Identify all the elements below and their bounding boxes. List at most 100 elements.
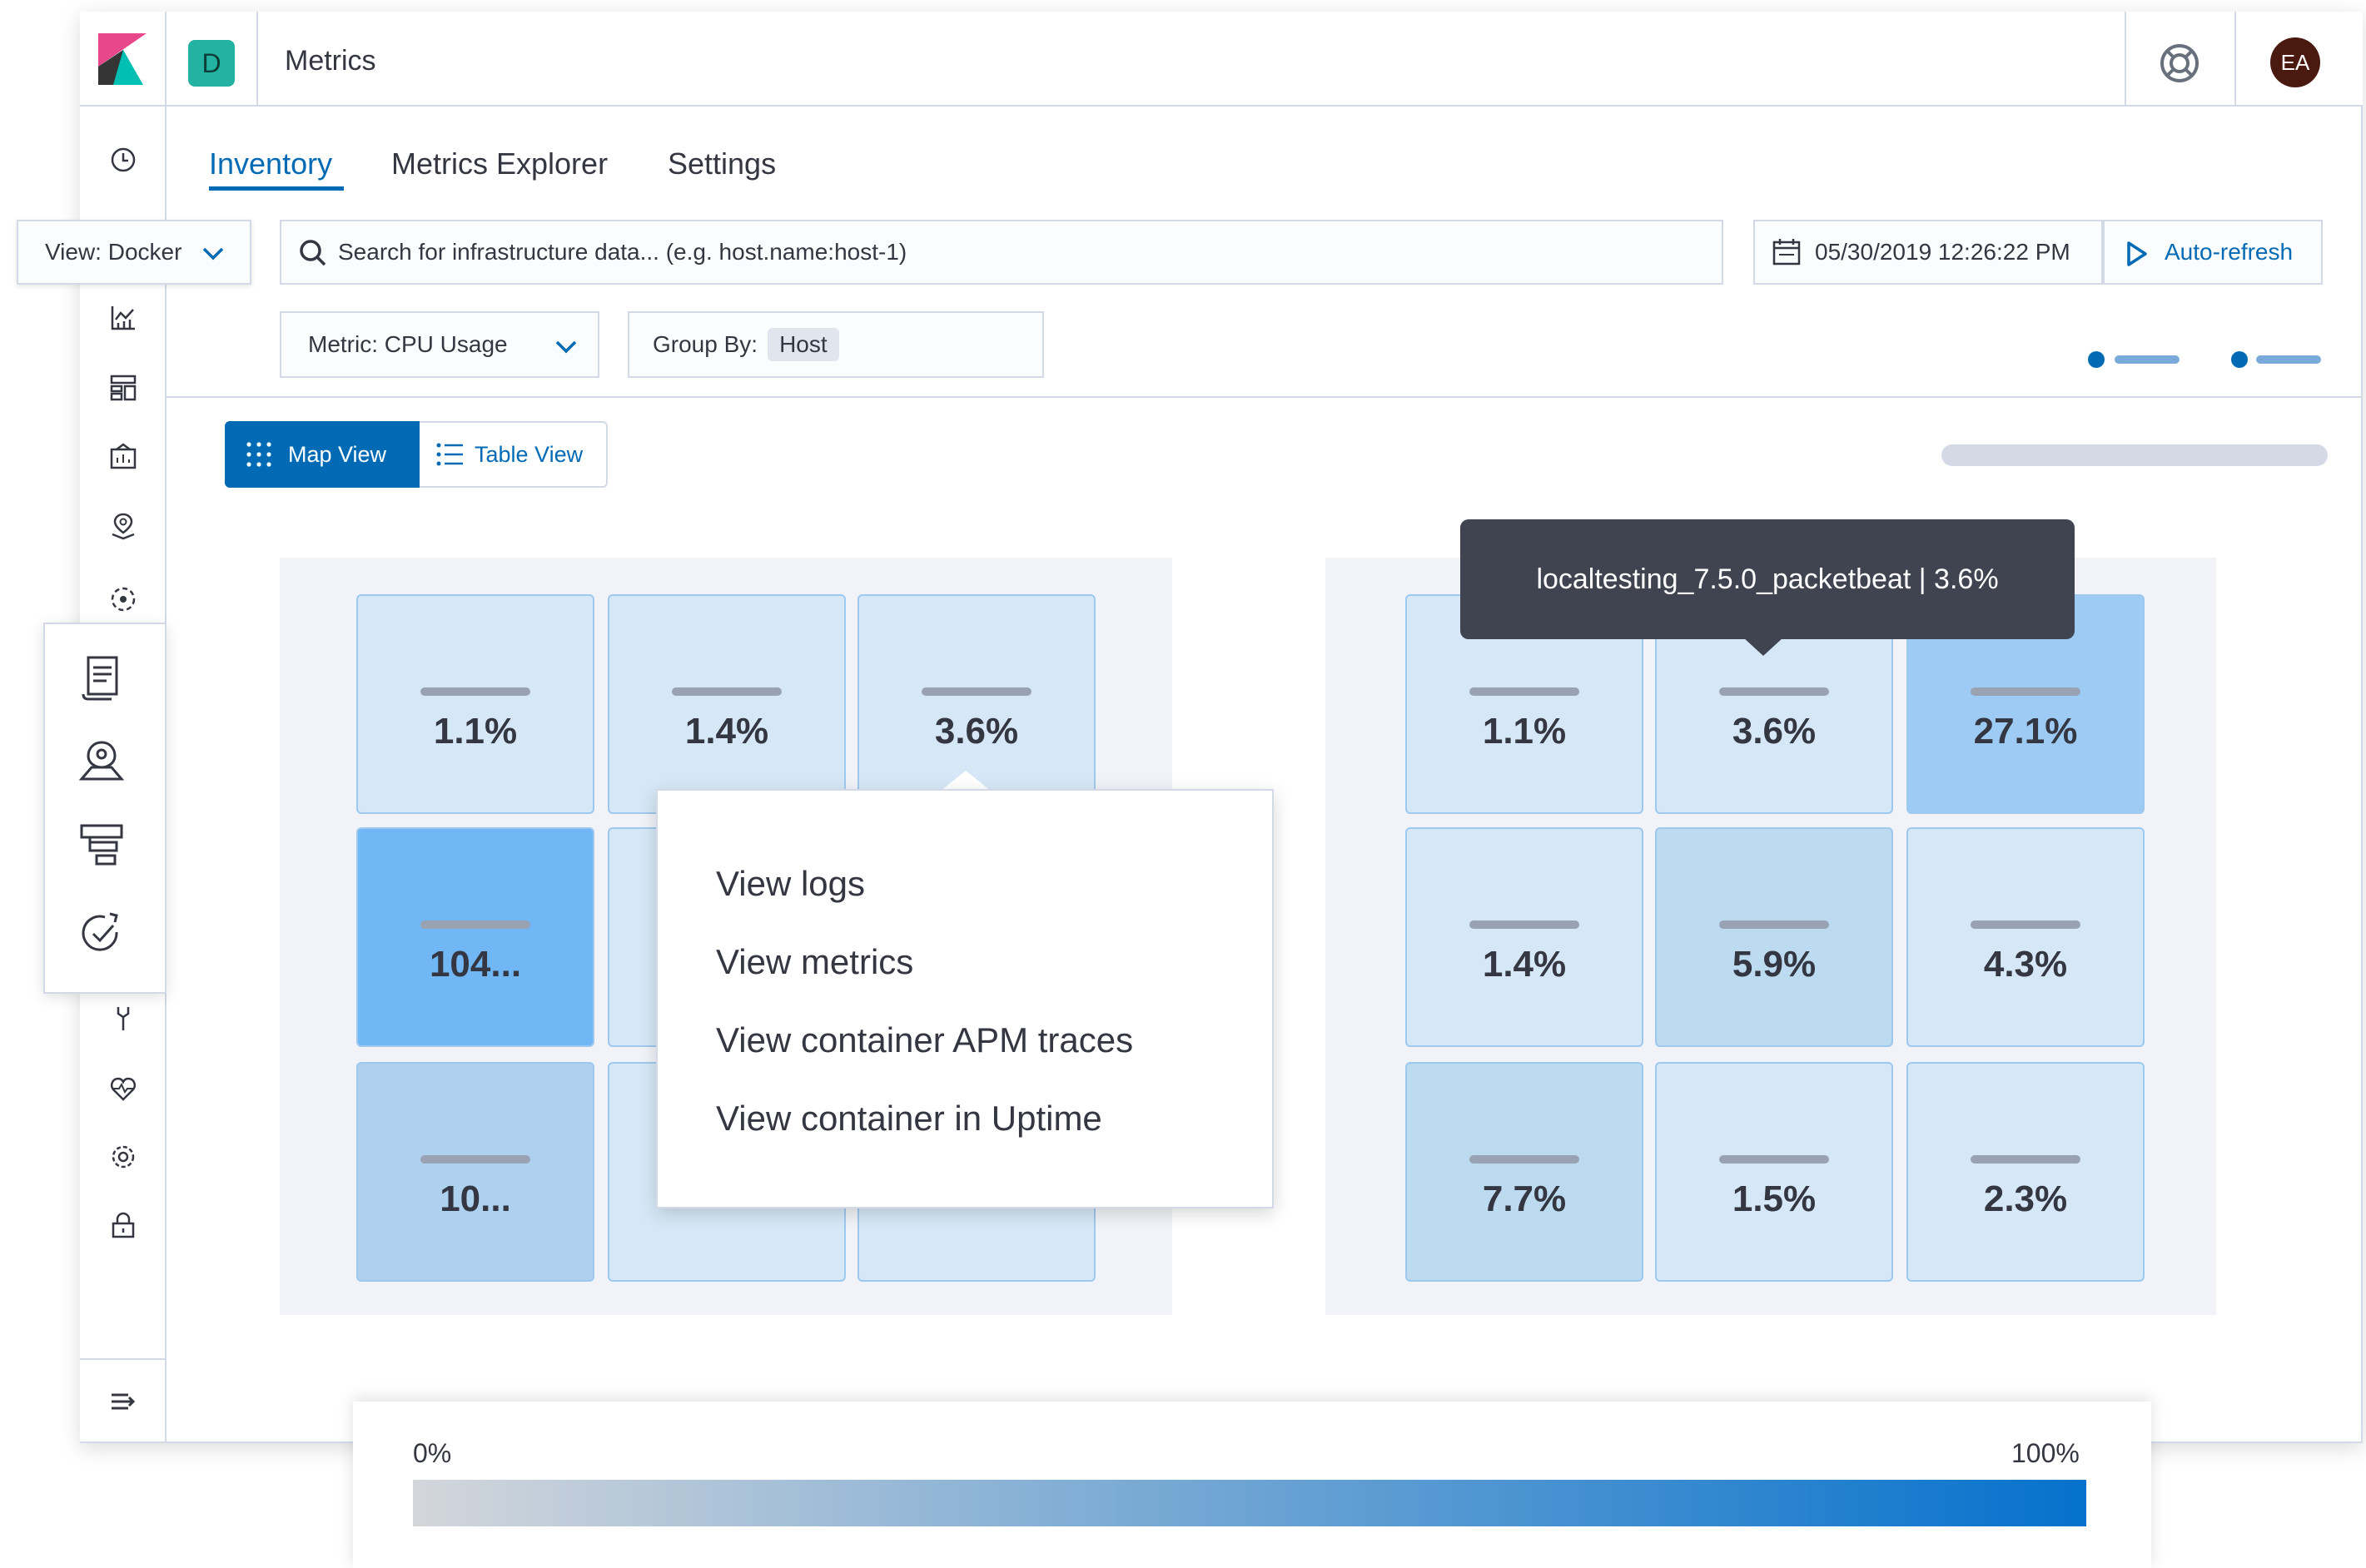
- tab-inventory[interactable]: Inventory: [209, 146, 332, 181]
- node-tile[interactable]: 104...: [356, 827, 594, 1047]
- node-tooltip: localtesting_7.5.0_packetbeat | 3.6%: [1460, 519, 2075, 639]
- play-icon: [2127, 241, 2147, 266]
- map-view-button[interactable]: Map View: [225, 421, 420, 488]
- recent-clock-icon[interactable]: [108, 145, 138, 175]
- node-value: 5.9%: [1732, 944, 1817, 985]
- user-initials: EA: [2280, 49, 2310, 75]
- node-value: 104...: [429, 944, 522, 985]
- date-value: 05/30/2019 12:26:22 PM: [1815, 239, 2070, 265]
- infrastructure-icon[interactable]: [77, 736, 127, 786]
- legend-gradient-bar: [413, 1480, 2086, 1526]
- skeleton-dot: [2088, 351, 2105, 368]
- node-label-bar: [922, 687, 1031, 696]
- security-lock-icon[interactable]: [108, 1210, 138, 1240]
- apm-icon[interactable]: [77, 819, 127, 869]
- grid-dots-icon: [246, 442, 271, 467]
- node-value: 3.6%: [1732, 711, 1817, 752]
- node-label-bar: [672, 687, 782, 696]
- node-value: 1.5%: [1732, 1178, 1817, 1219]
- chevron-down-icon: [202, 247, 224, 261]
- node-label-bar: [1719, 687, 1829, 696]
- node-tile[interactable]: 2.3%: [1906, 1062, 2145, 1282]
- node-value: 4.3%: [1983, 944, 2068, 985]
- waffle-group-2: 1.1% 3.6% 27.1% 1.4% 5.9% 4.3% 7.7% 1.5%…: [1325, 558, 2216, 1315]
- node-tile[interactable]: 1.5%: [1655, 1062, 1893, 1282]
- menu-item-view-metrics[interactable]: View metrics: [716, 942, 913, 982]
- group-by-label: Group By:: [653, 331, 758, 357]
- node-value: 1.4%: [1482, 944, 1567, 985]
- space-avatar[interactable]: D: [188, 40, 235, 87]
- monitoring-heart-icon[interactable]: [108, 1074, 138, 1104]
- ml-icon[interactable]: [108, 584, 138, 614]
- dashboard-icon[interactable]: [108, 373, 138, 403]
- node-label-bar: [1469, 687, 1579, 696]
- user-avatar[interactable]: EA: [2270, 37, 2320, 87]
- node-value: 1.1%: [433, 711, 518, 752]
- dev-tools-wrench-icon[interactable]: [108, 1004, 138, 1034]
- table-view-button[interactable]: Table View: [420, 421, 608, 488]
- top-header-bar: [80, 12, 2363, 107]
- maps-pin-icon[interactable]: [108, 511, 138, 541]
- metric-selector[interactable]: Metric: CPU Usage: [280, 311, 599, 378]
- node-label-bar: [1719, 1155, 1829, 1164]
- node-label-bar: [1469, 1155, 1579, 1164]
- skeleton-dot: [2231, 351, 2248, 368]
- node-tile[interactable]: 1.4%: [1405, 827, 1643, 1047]
- date-picker[interactable]: 05/30/2019 12:26:22 PM: [1753, 220, 2103, 285]
- collapse-menu-icon[interactable]: [108, 1387, 138, 1417]
- header-divider: [2125, 12, 2126, 105]
- node-label-bar: [1971, 1155, 2080, 1164]
- tooltip-arrow: [1743, 638, 1783, 656]
- tab-settings[interactable]: Settings: [668, 146, 776, 181]
- space-initial: D: [201, 47, 221, 78]
- list-icon: [436, 443, 463, 466]
- skeleton-bar: [2256, 355, 2321, 364]
- node-label-bar: [420, 1155, 530, 1164]
- canvas-icon[interactable]: [108, 441, 138, 471]
- visualize-chart-icon[interactable]: [108, 303, 138, 333]
- node-tile[interactable]: 1.4%: [608, 594, 846, 814]
- group-by-badge[interactable]: Host: [768, 328, 839, 361]
- node-value: 3.6%: [934, 711, 1019, 752]
- uptime-icon[interactable]: [77, 909, 127, 959]
- help-lifebuoy-icon[interactable]: [2156, 40, 2203, 87]
- node-value: 2.3%: [1983, 1178, 2068, 1219]
- legend-min-label: 0%: [413, 1438, 452, 1468]
- legend-max-label: 100%: [2011, 1438, 2080, 1468]
- node-value: 10...: [440, 1178, 511, 1219]
- header-divider: [2234, 12, 2236, 105]
- search-icon: [300, 240, 326, 266]
- context-menu-arrow: [941, 771, 991, 791]
- node-label-bar: [1719, 920, 1829, 929]
- tooltip-text: localtesting_7.5.0_packetbeat | 3.6%: [1536, 563, 1999, 595]
- node-tile[interactable]: 1.1%: [356, 594, 594, 814]
- skeleton-bar: [2115, 355, 2180, 364]
- node-label-bar: [1971, 920, 2080, 929]
- management-gear-icon[interactable]: [108, 1142, 138, 1172]
- nav-collapse-divider: [80, 1358, 167, 1360]
- logs-icon[interactable]: [77, 653, 127, 702]
- node-tile[interactable]: 10...: [356, 1062, 594, 1282]
- node-value: 27.1%: [1973, 711, 2078, 752]
- active-tab-indicator: [209, 186, 344, 191]
- kibana-logo-icon[interactable]: [98, 33, 147, 85]
- node-value: 1.1%: [1482, 711, 1567, 752]
- toolbar-divider: [165, 396, 2363, 398]
- chevron-down-icon: [555, 340, 577, 354]
- menu-item-view-logs[interactable]: View logs: [716, 864, 865, 904]
- menu-item-view-apm-traces[interactable]: View container APM traces: [716, 1020, 1133, 1060]
- group-by-selector[interactable]: Group By: Host: [628, 311, 1044, 378]
- node-tile[interactable]: 7.7%: [1405, 1062, 1643, 1282]
- metric-selector-label: Metric: CPU Usage: [308, 331, 508, 357]
- skeleton-placeholder: [1941, 444, 2328, 466]
- menu-item-view-uptime[interactable]: View container in Uptime: [716, 1099, 1102, 1139]
- map-view-label: Map View: [288, 441, 387, 467]
- node-value: 1.4%: [684, 711, 769, 752]
- tab-metrics-explorer[interactable]: Metrics Explorer: [391, 146, 608, 181]
- header-divider: [165, 12, 167, 105]
- node-tile[interactable]: 5.9%: [1655, 827, 1893, 1047]
- node-tile[interactable]: 4.3%: [1906, 827, 2145, 1047]
- view-selector-label: View: Docker: [45, 239, 182, 265]
- search-input[interactable]: Search for infrastructure data... (e.g. …: [280, 220, 1723, 285]
- node-label-bar: [420, 687, 530, 696]
